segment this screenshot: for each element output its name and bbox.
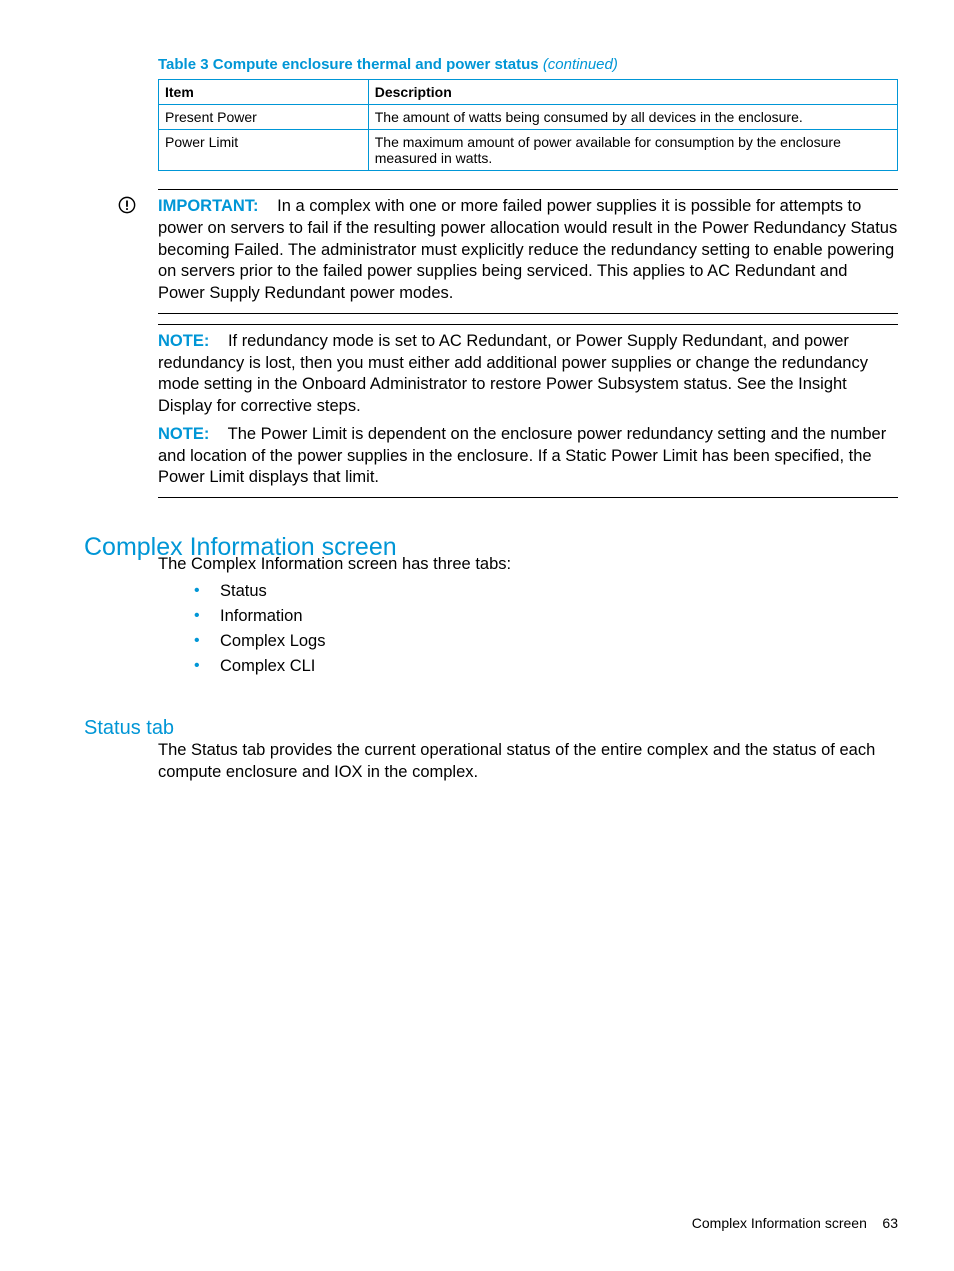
list-item: Complex CLI <box>194 657 898 676</box>
note-text-1: If redundancy mode is set to AC Redundan… <box>158 332 868 415</box>
list-item: Information <box>194 607 898 626</box>
col-header-item: Item <box>159 80 369 105</box>
cell-desc: The maximum amount of power available fo… <box>368 130 897 171</box>
table-row: Power Limit The maximum amount of power … <box>159 130 898 171</box>
tab-list: Status Information Complex Logs Complex … <box>194 582 898 676</box>
note-admonition: NOTE: If redundancy mode is set to AC Re… <box>158 324 898 498</box>
important-text: In a complex with one or more failed pow… <box>158 197 897 302</box>
list-item: Status <box>194 582 898 601</box>
status-tab-body: The Status tab provides the current oper… <box>158 740 898 784</box>
cell-item: Present Power <box>159 105 369 130</box>
cell-item: Power Limit <box>159 130 369 171</box>
table-caption-main: Table 3 Compute enclosure thermal and po… <box>158 56 539 73</box>
table-header-row: Item Description <box>159 80 898 105</box>
section-body: The Complex Information screen has three… <box>158 554 898 682</box>
section-intro: The Complex Information screen has three… <box>158 554 898 576</box>
important-label: IMPORTANT: <box>158 197 259 215</box>
note-label: NOTE: <box>158 425 209 443</box>
page-footer: Complex Information screen 63 <box>692 1215 898 1231</box>
footer-page-number: 63 <box>882 1215 898 1231</box>
note-text-2: The Power Limit is dependent on the encl… <box>158 425 886 487</box>
subsection-block: Status tab <box>84 703 898 744</box>
status-tab-text: The Status tab provides the current oper… <box>158 740 898 784</box>
cell-desc: The amount of watts being consumed by al… <box>368 105 897 130</box>
note-label: NOTE: <box>158 332 209 350</box>
table-row: Present Power The amount of watts being … <box>159 105 898 130</box>
table-caption: Table 3 Compute enclosure thermal and po… <box>158 56 898 73</box>
important-admonition: IMPORTANT: In a complex with one or more… <box>158 189 898 314</box>
main-content: Table 3 Compute enclosure thermal and po… <box>158 56 898 498</box>
power-status-table: Item Description Present Power The amoun… <box>158 79 898 171</box>
footer-title: Complex Information screen <box>692 1215 867 1231</box>
important-icon <box>118 196 136 214</box>
heading-status-tab: Status tab <box>84 717 898 740</box>
table-caption-continued: (continued) <box>543 56 618 73</box>
col-header-description: Description <box>368 80 897 105</box>
list-item: Complex Logs <box>194 632 898 651</box>
